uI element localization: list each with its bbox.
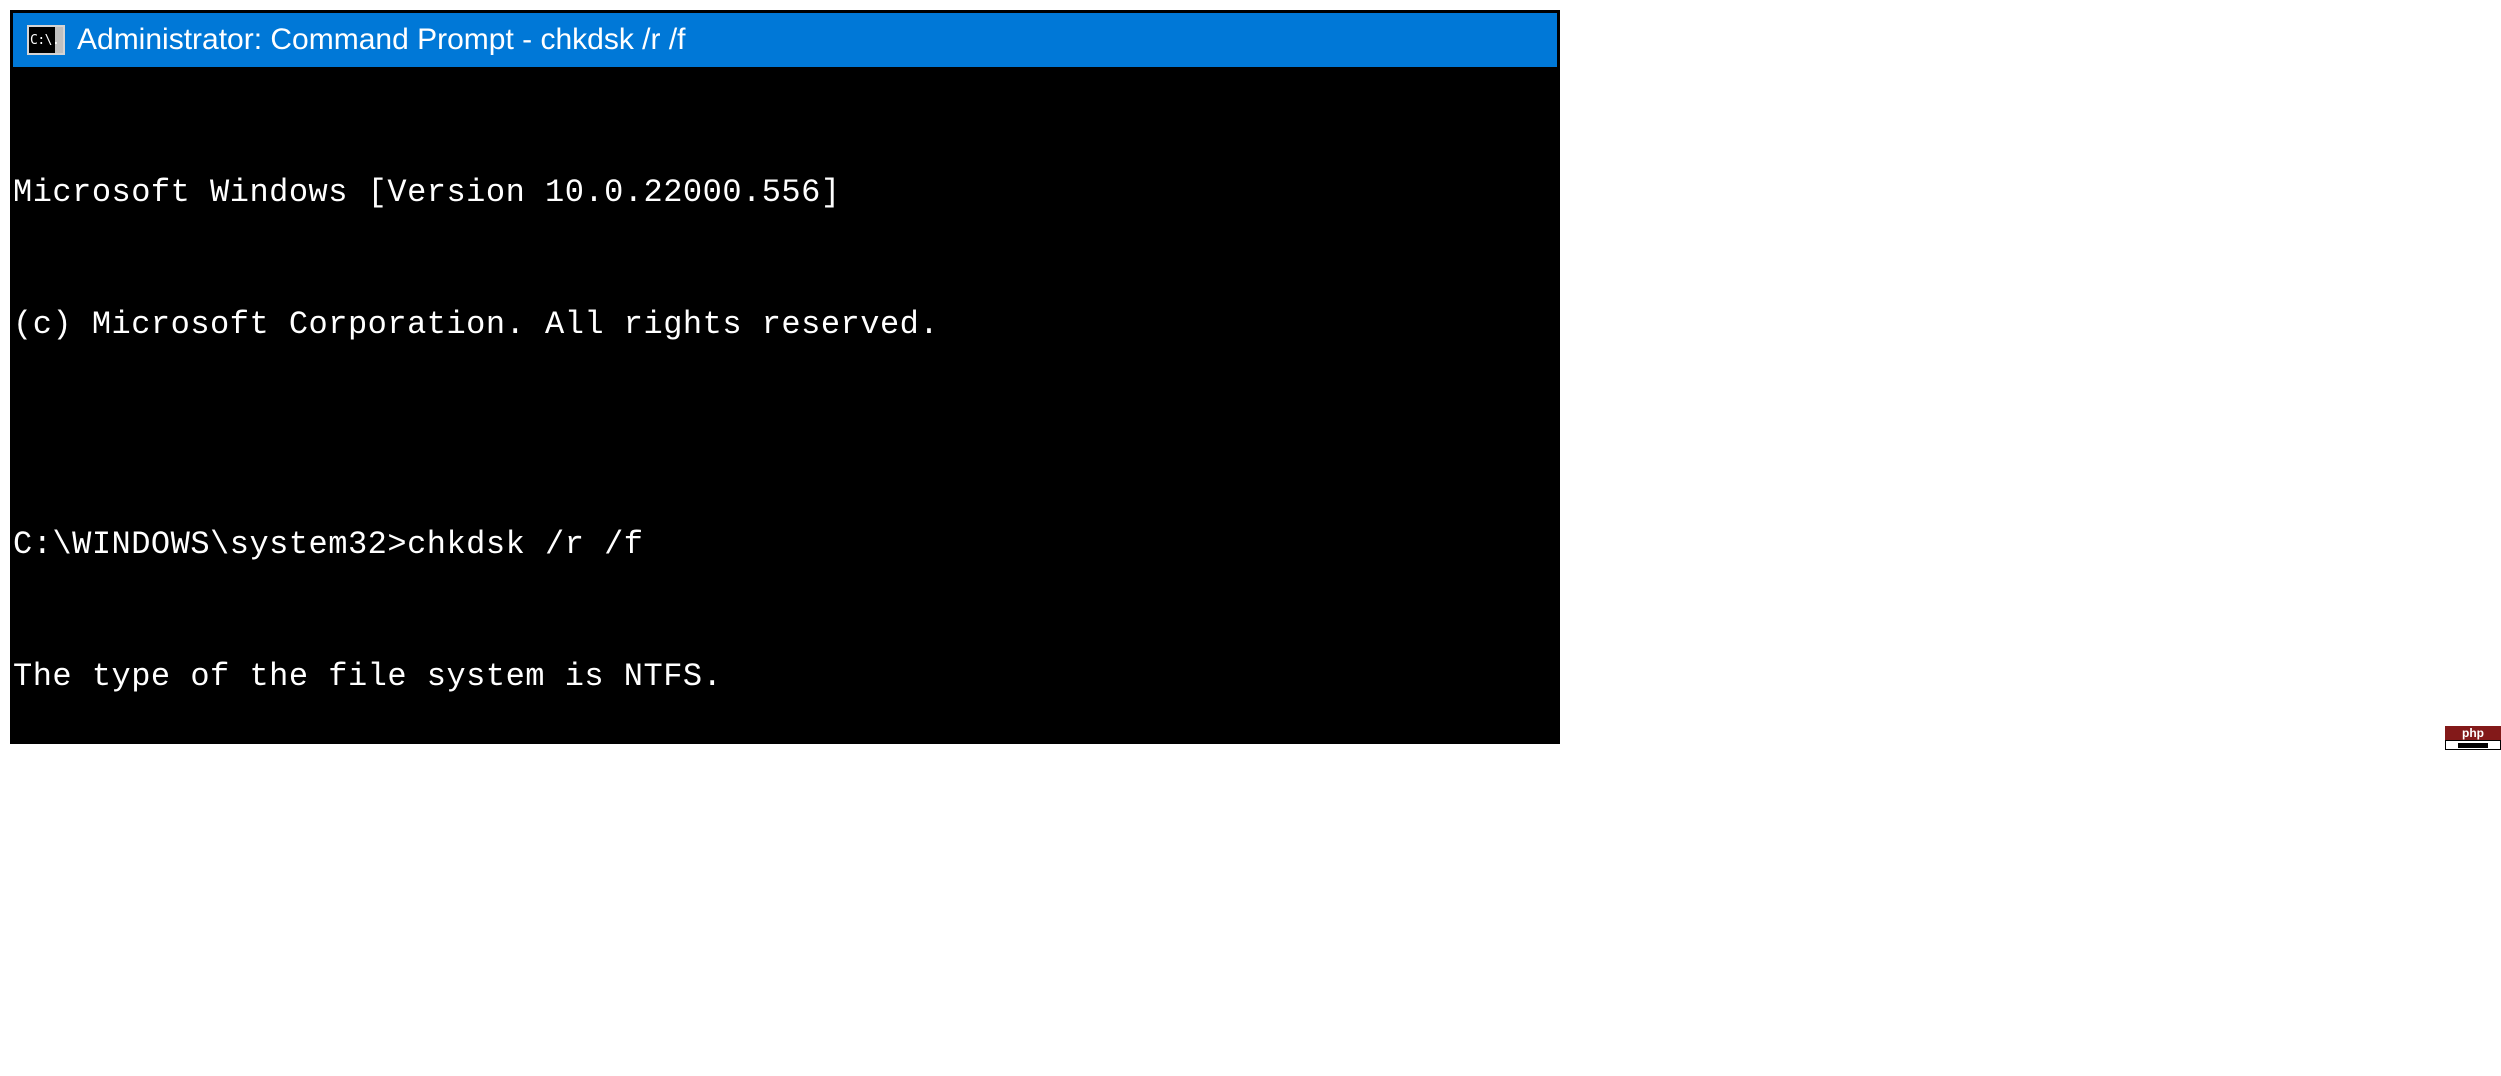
- output-filesystem: The type of the file system is NTFS.: [13, 655, 1557, 699]
- copyright-line: (c) Microsoft Corporation. All rights re…: [13, 303, 1557, 347]
- command-text: chkdsk /r /f: [407, 523, 643, 567]
- watermark-inner-bar: [2458, 743, 2488, 748]
- terminal-output[interactable]: Microsoft Windows [Version 10.0.22000.55…: [13, 67, 1557, 741]
- cmd-icon: C:\.: [27, 25, 65, 55]
- window-title: Administrator: Command Prompt - chkdsk /…: [77, 23, 686, 57]
- watermark-badge: php: [2445, 726, 2501, 750]
- command-line: C:\WINDOWS\system32>chkdsk /r /f: [13, 523, 1557, 567]
- watermark-text: php: [2445, 726, 2501, 740]
- watermark-bar: [2445, 740, 2501, 750]
- command-prompt-window: C:\. Administrator: Command Prompt - chk…: [10, 10, 1560, 744]
- version-line: Microsoft Windows [Version 10.0.22000.55…: [13, 171, 1557, 215]
- titlebar[interactable]: C:\. Administrator: Command Prompt - chk…: [13, 13, 1557, 67]
- prompt-text: C:\WINDOWS\system32>: [13, 523, 407, 567]
